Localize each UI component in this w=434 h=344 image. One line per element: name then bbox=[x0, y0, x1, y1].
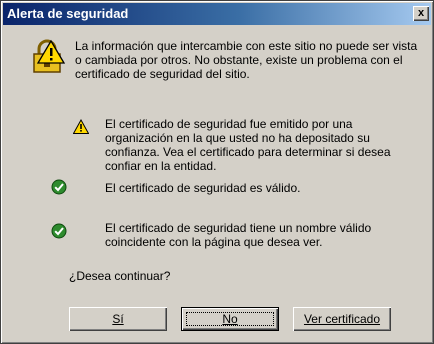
focus-indicator bbox=[186, 312, 274, 326]
status-text-untrusted: El certificado de seguridad fue emitido … bbox=[105, 117, 391, 173]
yes-button[interactable]: Sí bbox=[69, 307, 167, 331]
lock-icon bbox=[33, 39, 65, 73]
close-icon: x bbox=[417, 7, 425, 19]
check-icon bbox=[51, 179, 67, 195]
security-alert-dialog: Alerta de seguridad x La información que… bbox=[0, 0, 434, 344]
view-certificate-button[interactable]: Ver certificado bbox=[293, 307, 391, 331]
view-certificate-button-label: Ver certificado bbox=[303, 312, 381, 326]
title-bar[interactable]: Alerta de seguridad x bbox=[3, 3, 431, 25]
yes-button-label: Sí bbox=[112, 312, 124, 326]
intro-text: La información que intercambie con este … bbox=[75, 39, 418, 81]
window-title: Alerta de seguridad bbox=[7, 6, 129, 21]
status-text-name-match: El certificado de seguridad tiene un nom… bbox=[105, 221, 372, 249]
continue-question: ¿Desea continuar? bbox=[69, 269, 171, 283]
close-button[interactable]: x bbox=[413, 6, 429, 21]
status-text-valid: El certificado de seguridad es válido. bbox=[105, 181, 301, 195]
no-button[interactable]: No bbox=[181, 307, 279, 331]
warning-icon bbox=[73, 119, 89, 134]
check-icon bbox=[51, 223, 67, 239]
